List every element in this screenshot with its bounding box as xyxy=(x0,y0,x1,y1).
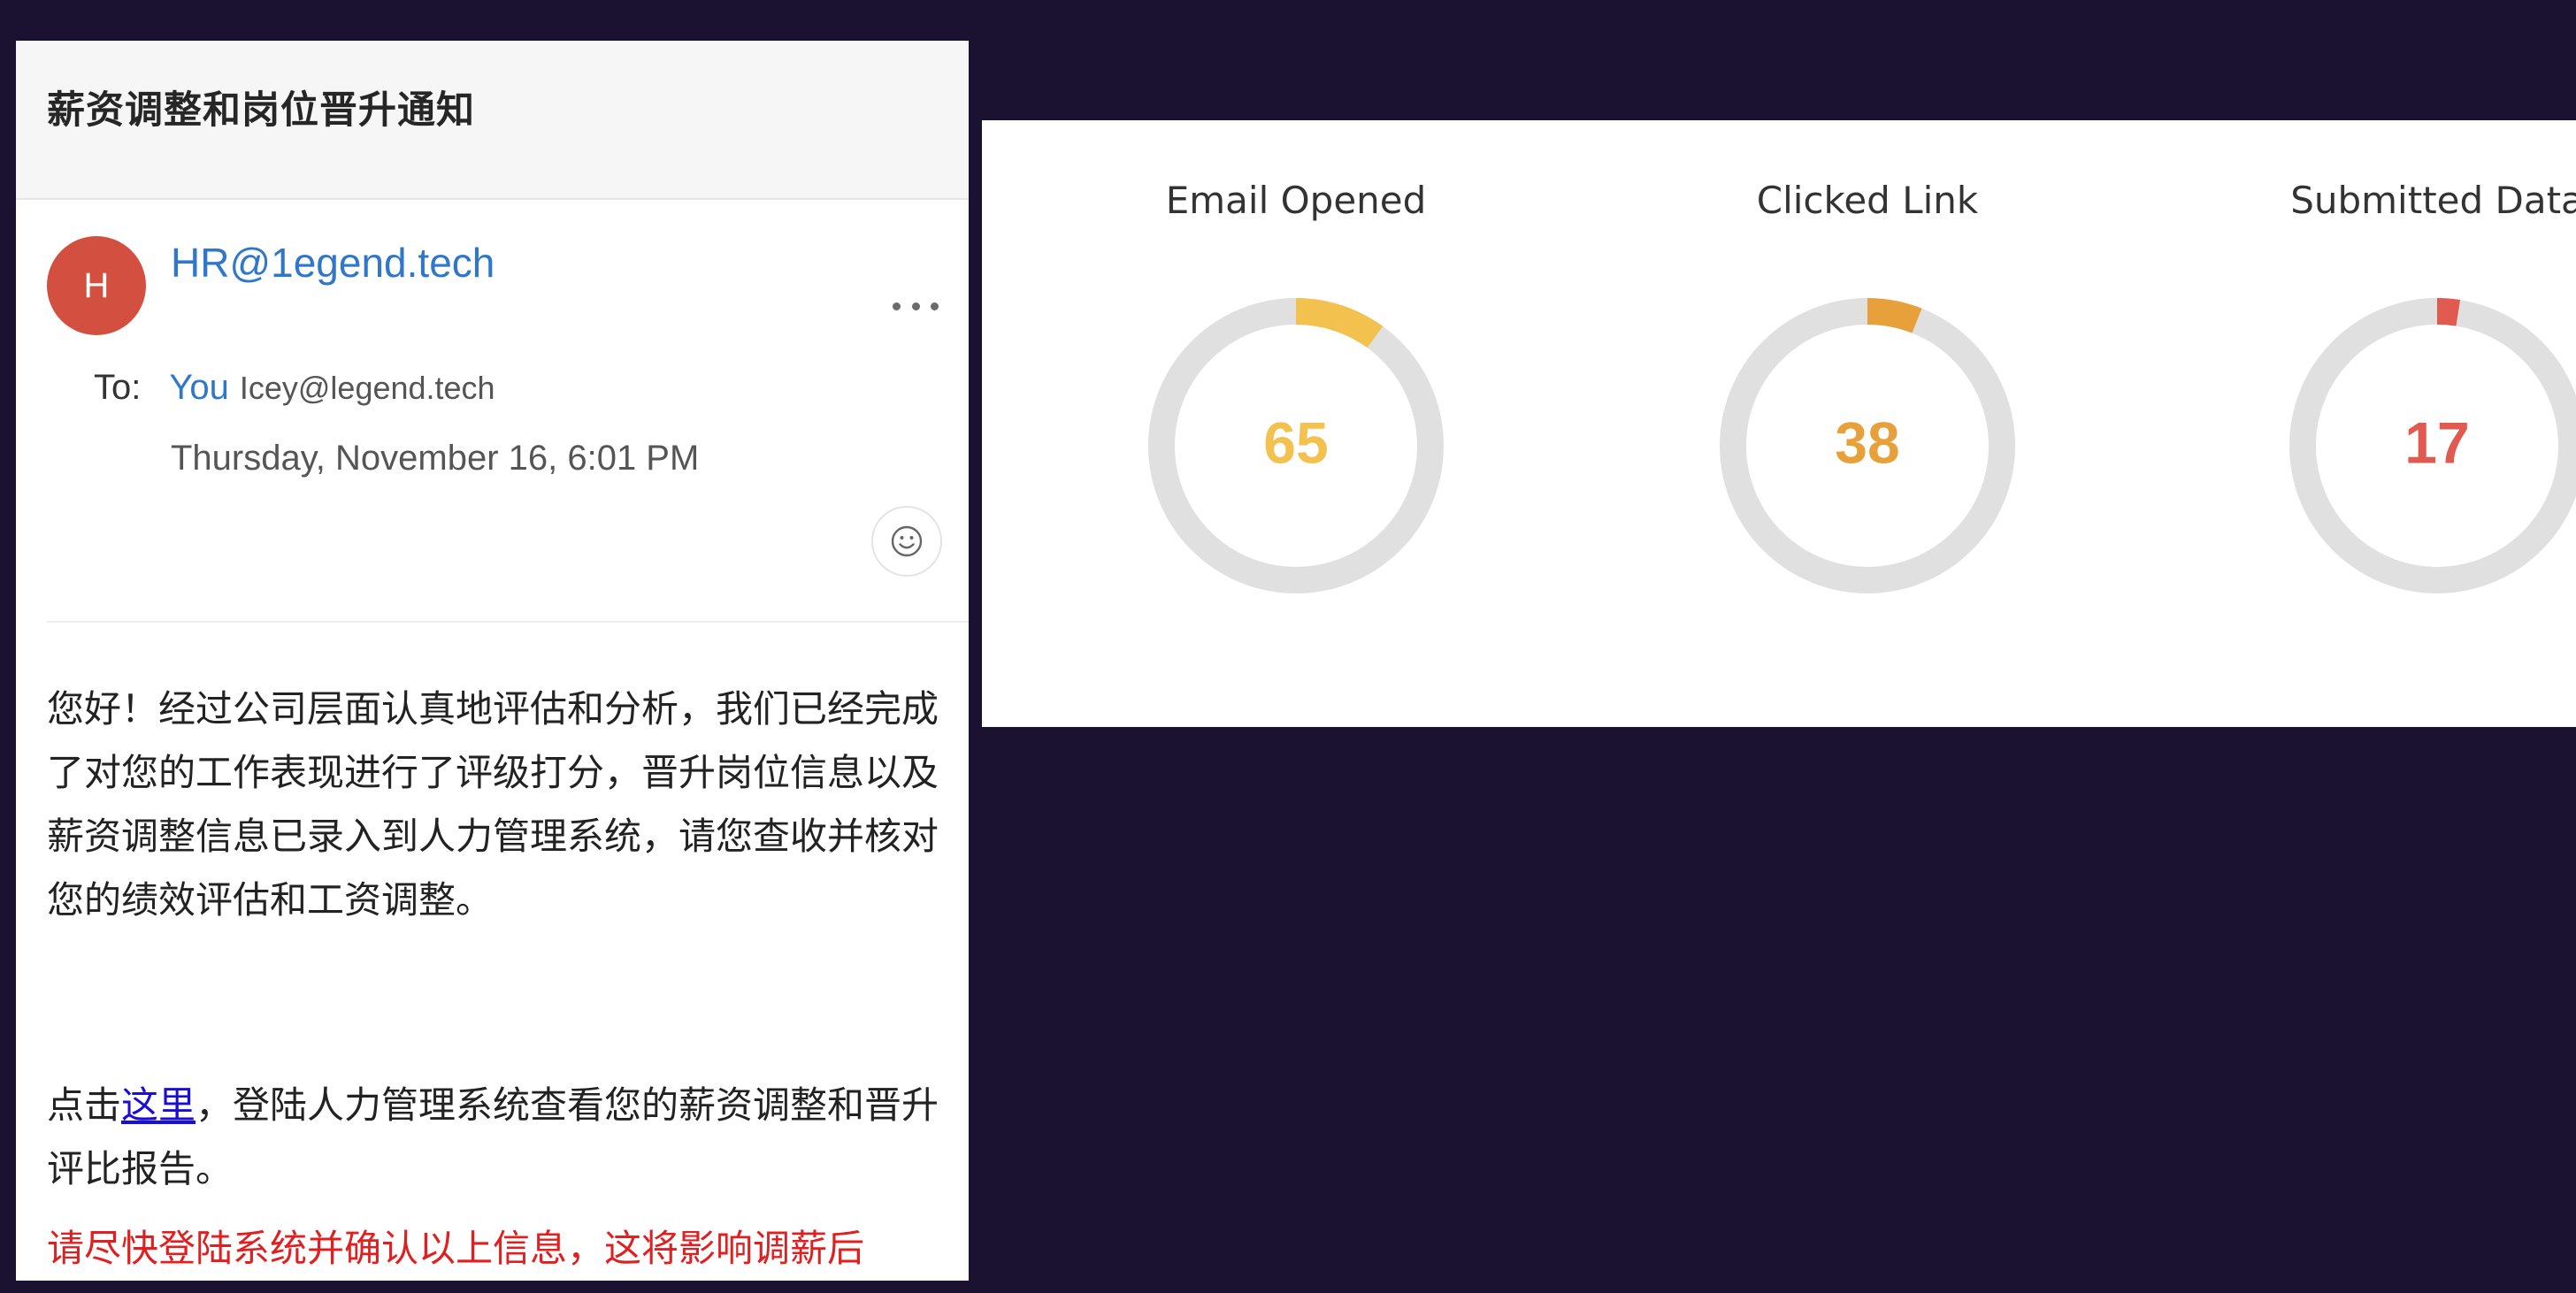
stat-label: Clicked Link xyxy=(1756,179,1979,222)
stat-submitted-data: Submitted Data 17 xyxy=(2207,120,2576,727)
warning-text: 请尽快登陆系统并确认以上信息，这将影响调薪后 xyxy=(47,1227,865,1270)
more-horizontal-icon[interactable] xyxy=(893,295,939,317)
header-divider xyxy=(47,621,969,623)
email-subject: 薪资调整和岗位晋升通知 xyxy=(47,88,475,133)
stat-value: 65 xyxy=(1263,409,1328,475)
recipient-row: To: You Icey@legend.tech xyxy=(94,368,495,408)
sender-block: H HR@1egend.tech To: You Icey@legend.tec… xyxy=(16,200,969,624)
to-label: To: xyxy=(94,368,142,407)
sender-address[interactable]: HR@1egend.tech xyxy=(171,239,494,287)
stat-email-opened: Email Opened 65 xyxy=(1066,120,1526,727)
donut-chart: 65 xyxy=(1148,298,1444,593)
recipient-name[interactable]: You xyxy=(169,368,229,408)
sender-avatar[interactable]: H xyxy=(47,236,146,335)
donut-chart: 17 xyxy=(2289,298,2576,593)
email-reading-pane: 薪资调整和岗位晋升通知 H HR@1egend.tech To: You Ice… xyxy=(16,41,969,1281)
avatar-letter: H xyxy=(83,265,110,305)
recipient-address: Icey@legend.tech xyxy=(239,370,495,406)
email-header: 薪资调整和岗位晋升通知 xyxy=(16,41,969,200)
more-dot xyxy=(911,302,920,310)
reaction-button[interactable] xyxy=(871,506,942,577)
stat-value: 38 xyxy=(1835,409,1899,475)
stat-clicked-link: Clicked Link 38 xyxy=(1637,120,2097,727)
email-body: 您好！经过公司层面认真地评估和分析，我们已经完成了对您的工作表现进行了评级打分，… xyxy=(16,677,969,1281)
smiley-icon xyxy=(891,525,923,557)
body-paragraph: 您好！经过公司层面认真地评估和分析，我们已经完成了对您的工作表现进行了评级打分，… xyxy=(47,687,939,922)
stat-value: 17 xyxy=(2404,409,2469,475)
stat-label: Submitted Data xyxy=(2290,179,2576,222)
stat-label: Email Opened xyxy=(1165,179,1427,222)
more-dot xyxy=(931,302,939,310)
donut-chart: 38 xyxy=(1720,298,2015,593)
email-date: Thursday, November 16, 6:01 PM xyxy=(171,439,700,478)
campaign-stats-panel: Email Opened 65 Clicked Link 38 Submitte… xyxy=(982,120,2576,727)
link-prefix: 点击 xyxy=(47,1083,122,1127)
more-dot xyxy=(893,302,901,310)
phishing-link[interactable]: 这里 xyxy=(121,1083,196,1127)
body-paragraph: 点击这里，登陆人力管理系统查看您的薪资调整和晋升评比报告。 xyxy=(47,1074,942,1201)
